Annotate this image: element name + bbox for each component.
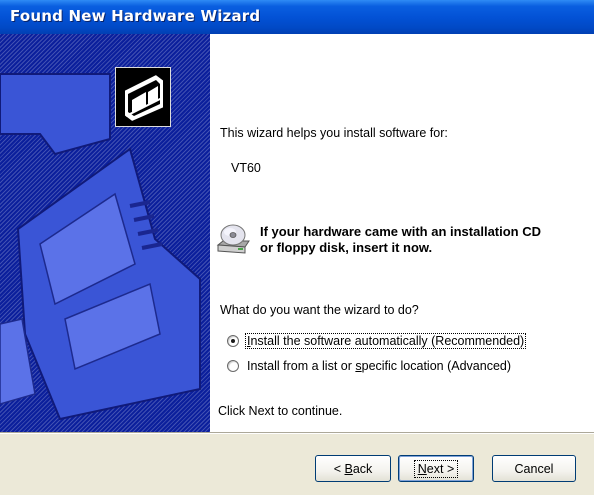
back-button[interactable]: < Back	[315, 455, 391, 482]
sidebar-decoration	[0, 73, 201, 421]
device-name: VT60	[231, 161, 261, 175]
cd-prompt-line2: or floppy disk, insert it now.	[260, 240, 433, 255]
cancel-button-label: Cancel	[514, 461, 554, 476]
option-install-automatically-label[interactable]: Install the software automatically (Reco…	[244, 333, 527, 349]
question-text: What do you want the wizard to do?	[220, 303, 419, 317]
button-divider	[0, 432, 594, 434]
cancel-button[interactable]: Cancel	[492, 455, 576, 482]
footer-text: Click Next to continue.	[218, 404, 343, 418]
cd-drive-icon	[216, 224, 250, 254]
hardware-wizard-icon	[115, 67, 171, 127]
intro-text: This wizard helps you install software f…	[220, 126, 448, 140]
next-button[interactable]: Next >	[398, 455, 474, 482]
cd-prompt-line1: If your hardware came with an installati…	[260, 224, 542, 239]
next-button-label: Next >	[413, 459, 459, 478]
wizard-content: This wizard helps you install software f…	[210, 34, 594, 432]
option-install-from-list-label[interactable]: Install from a list or specific location…	[246, 359, 512, 373]
wizard-window: Found New Hardware Wizard This wizard he…	[0, 0, 594, 495]
wizard-sidebar	[0, 34, 210, 432]
cd-prompt: If your hardware came with an installati…	[260, 224, 541, 256]
radio-install-from-list[interactable]	[227, 360, 239, 372]
option-install-from-list[interactable]: Install from a list or specific location…	[227, 357, 512, 375]
title-bar[interactable]: Found New Hardware Wizard	[0, 0, 594, 34]
window-title: Found New Hardware Wizard	[10, 7, 261, 25]
radio-install-automatically[interactable]	[227, 335, 239, 347]
back-button-label: < Back	[333, 461, 373, 476]
option-install-automatically[interactable]: Install the software automatically (Reco…	[227, 332, 527, 350]
